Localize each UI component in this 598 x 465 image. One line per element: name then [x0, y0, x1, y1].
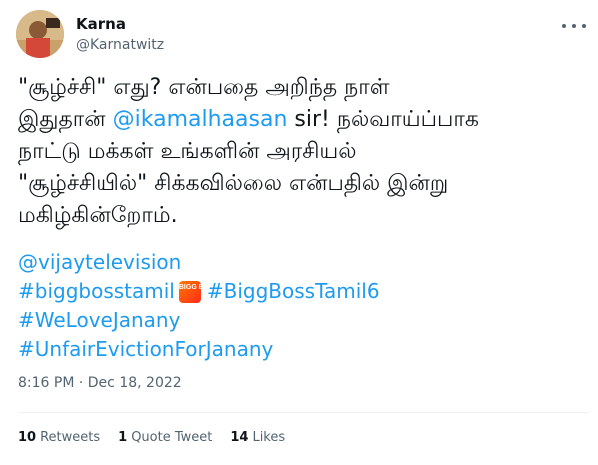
engagement-stats: 10 Retweets 1 Quote Tweet 14 Likes	[18, 430, 285, 445]
hashtag-welovejanany[interactable]: #WeLoveJanany	[18, 306, 180, 335]
mention-vijaytelevision[interactable]: @vijaytelevision	[18, 248, 181, 277]
timestamp-separator: ·	[78, 375, 84, 391]
hashtags: @vijaytelevision #biggbosstamil BIGG BOS…	[18, 248, 380, 364]
tweet-line-1: "சூழ்ச்சி" எது? என்பதை அறிந்த நாள்	[18, 75, 390, 100]
mention-ikamalhaasan[interactable]: @ikamalhaasan	[113, 107, 288, 132]
tweet-line-3: நாட்டு மக்கள் உங்களின் அரசியல்	[18, 139, 357, 164]
likes-count: 14	[230, 430, 249, 445]
tweet-line-2: இதுதான் @ikamalhaasan sir! நல்வாய்ப்பாக	[18, 104, 588, 136]
tweet-card: Karna @Karnatwitz "சூழ்ச்சி" எது? என்பதை…	[0, 0, 598, 465]
author-name[interactable]: Karna	[76, 14, 164, 34]
quote-tweets-label: Quote Tweet	[131, 430, 213, 445]
retweets-stat[interactable]: 10 Retweets	[18, 430, 100, 445]
retweets-label: Retweets	[40, 430, 101, 445]
timestamp[interactable]: 8:16 PM · Dec 18, 2022	[18, 375, 182, 391]
tweet-line-4: "சூழ்ச்சியில்" சிக்கவில்லை என்பதில் இன்ற…	[18, 171, 449, 196]
retweets-count: 10	[18, 430, 37, 445]
likes-label: Likes	[252, 430, 286, 445]
quote-tweets-stat[interactable]: 1 Quote Tweet	[118, 430, 212, 445]
avatar[interactable]	[16, 10, 64, 58]
tweet-line-5: மகிழ்கின்றோம்.	[18, 203, 178, 228]
tweet-time: 8:16 PM	[18, 375, 75, 391]
tweet-line-2-text: இதுதான்	[18, 107, 113, 132]
hashtag-biggbosstamil6[interactable]: #BiggBossTamil6	[207, 277, 380, 306]
quote-tweets-count: 1	[118, 430, 128, 445]
hashtag-biggbosstamil[interactable]: #biggbosstamil	[18, 277, 175, 306]
more-options-icon[interactable]	[562, 16, 586, 36]
hashtag-unfairevictionforjanany[interactable]: #UnfairEvictionForJanany	[18, 335, 273, 364]
likes-stat[interactable]: 14 Likes	[230, 430, 285, 445]
author-handle[interactable]: @Karnatwitz	[76, 35, 164, 55]
tweet-line-2-tail: sir! நல்வாய்ப்பாக	[287, 107, 479, 132]
author-block: Karna @Karnatwitz	[76, 14, 164, 55]
divider	[18, 412, 588, 413]
bigg-boss-emoji-icon: BIGG BOSS	[178, 280, 219, 303]
tweet-text: "சூழ்ச்சி" எது? என்பதை அறிந்த நாள் இதுதா…	[18, 72, 588, 232]
tweet-date: Dec 18, 2022	[87, 375, 182, 391]
